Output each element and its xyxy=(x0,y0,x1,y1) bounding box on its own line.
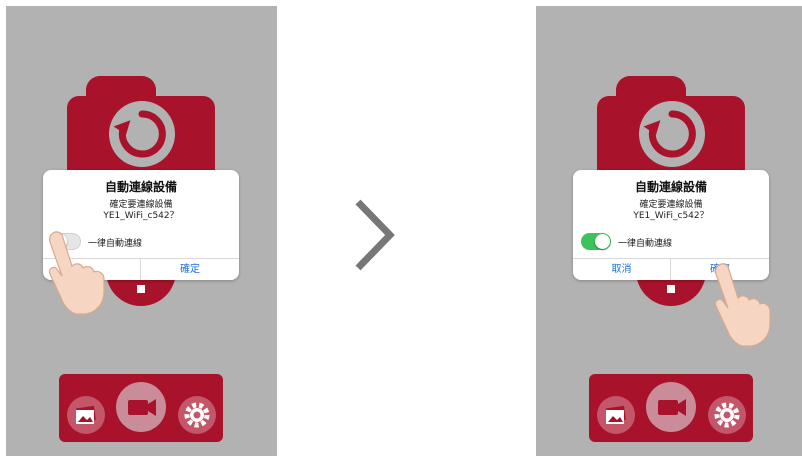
chevron-right-icon xyxy=(355,199,395,271)
toggle-label: 一律自動連線 xyxy=(618,239,673,249)
pointing-hand-icon xyxy=(48,231,105,315)
pointing-hand-icon xyxy=(714,263,771,347)
gear-icon xyxy=(714,402,740,428)
camera-refresh-icon xyxy=(639,101,705,167)
gallery-icon xyxy=(606,405,626,424)
cancel-button[interactable]: 取消 xyxy=(573,259,671,280)
confirm-button[interactable]: 確定 xyxy=(141,259,239,280)
dialog-message: 確定要連線設備 YE1_WiFi_c542？ xyxy=(43,200,239,222)
dialog-title: 自動連線設備 xyxy=(634,180,707,194)
gallery-button[interactable] xyxy=(67,396,105,434)
settings-button[interactable] xyxy=(708,396,746,434)
dialog-message-line1: 確定要連線設備 xyxy=(109,200,173,210)
video-camera-icon xyxy=(128,399,156,416)
gear-icon xyxy=(184,402,210,428)
dialog-message-line1: 確定要連線設備 xyxy=(639,200,703,210)
phone-screen-before: 自動連線設備 確定要連線設備 YE1_WiFi_c542？ 一律自動連線 確定 xyxy=(6,6,277,456)
phone-screen-after: 自動連線設備 確定要連線設備 YE1_WiFi_c542？ 一律自動連線 取消 … xyxy=(536,6,802,456)
video-button[interactable] xyxy=(116,382,166,432)
dialog-title: 自動連線設備 xyxy=(104,180,177,194)
shutter-dot xyxy=(137,285,145,293)
dialog-message: 確定要連線設備 YE1_WiFi_c542？ xyxy=(573,200,769,222)
dialog-message-line2: YE1_WiFi_c542？ xyxy=(633,211,709,221)
video-button[interactable] xyxy=(646,382,696,432)
dialog-message-line2: YE1_WiFi_c542？ xyxy=(103,211,179,221)
gallery-button[interactable] xyxy=(597,396,635,434)
settings-button[interactable] xyxy=(178,396,216,434)
gallery-icon xyxy=(76,405,96,424)
video-camera-icon xyxy=(658,399,686,416)
toggle-knob xyxy=(595,234,610,249)
bottom-toolbar xyxy=(59,374,223,442)
shutter-dot xyxy=(667,285,675,293)
bottom-toolbar xyxy=(589,374,753,442)
camera-refresh-icon xyxy=(109,101,175,167)
auto-connect-toggle[interactable] xyxy=(581,233,611,250)
